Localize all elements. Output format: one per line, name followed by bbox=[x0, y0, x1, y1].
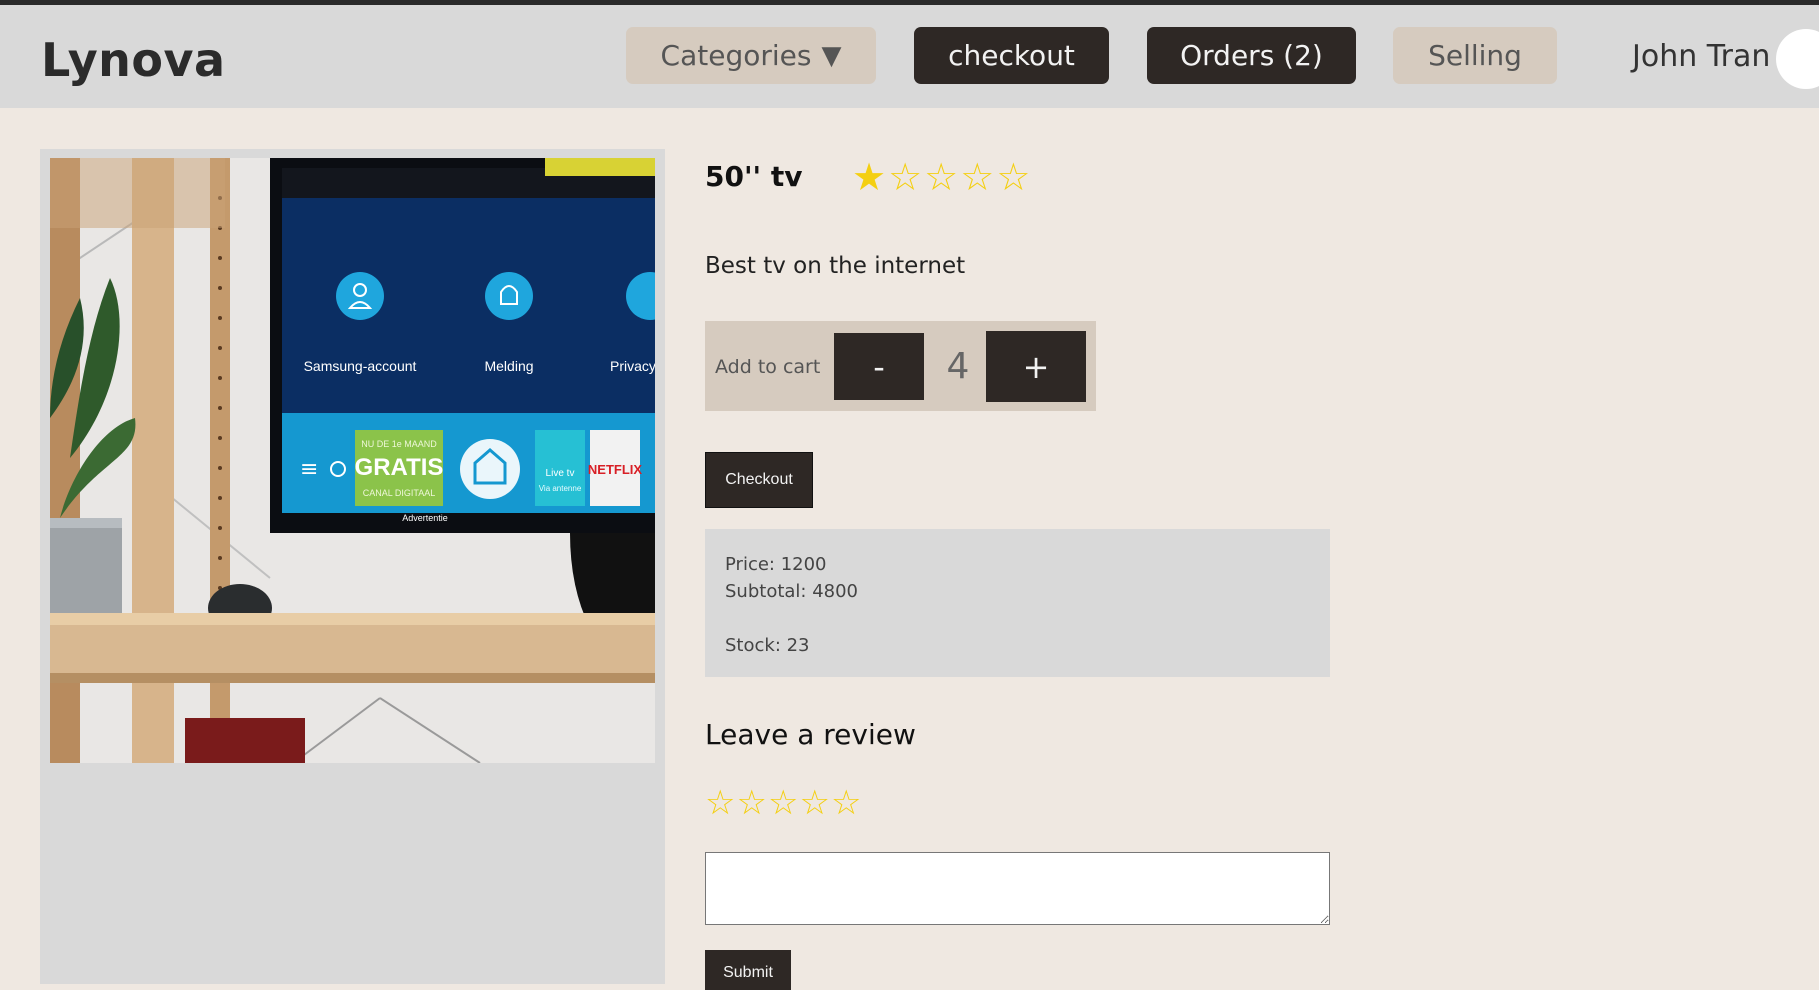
plus-icon: + bbox=[1022, 347, 1050, 386]
promo-main-label: GRATIS bbox=[355, 454, 444, 481]
product-rating: ★ ☆ ☆ ☆ ☆ bbox=[852, 158, 1030, 196]
product-rating-star-icon: ☆ bbox=[924, 155, 959, 199]
review-rating-input: ☆ ☆ ☆ ☆ ☆ bbox=[705, 786, 861, 820]
screen-label-account: Samsung-account bbox=[304, 358, 417, 374]
checkout-button[interactable]: Checkout bbox=[705, 452, 813, 508]
navbar: Lynova Categories ▼ checkout Orders (2) … bbox=[0, 5, 1819, 108]
review-rating-star-icon[interactable]: ☆ bbox=[736, 786, 766, 820]
stock-text: Stock: 23 bbox=[725, 635, 810, 656]
add-to-cart-box: Add to cart - 4 + bbox=[705, 321, 1096, 411]
live-tv-sub-label: Via antenne bbox=[539, 484, 582, 493]
svg-text:≡: ≡ bbox=[300, 457, 318, 482]
caret-down-icon: ▼ bbox=[821, 40, 842, 71]
review-rating-star-icon[interactable]: ☆ bbox=[831, 786, 861, 820]
price-text: Price: 1200 bbox=[725, 554, 827, 575]
product-rating-star-icon: ☆ bbox=[888, 155, 923, 199]
product-title: 50'' tv bbox=[705, 160, 803, 193]
user-name[interactable]: John Tran bbox=[1632, 39, 1770, 74]
quantity-value: 4 bbox=[946, 346, 970, 387]
review-rating-star-icon[interactable]: ☆ bbox=[705, 786, 735, 820]
product-rating-star-icon: ☆ bbox=[960, 155, 995, 199]
promo-top-label: NU DE 1e MAAND bbox=[361, 439, 437, 449]
product-description: Best tv on the internet bbox=[705, 253, 966, 279]
orders-nav-label: Orders (2) bbox=[1180, 39, 1323, 72]
subtotal-text: Subtotal: 4800 bbox=[725, 581, 859, 602]
minus-icon: - bbox=[873, 347, 885, 386]
checkout-nav-button[interactable]: checkout bbox=[914, 27, 1109, 84]
decrease-quantity-button[interactable]: - bbox=[834, 333, 924, 400]
orders-nav-button[interactable]: Orders (2) bbox=[1147, 27, 1356, 84]
brand-logo[interactable]: Lynova bbox=[41, 33, 226, 87]
review-rating-star-icon[interactable]: ☆ bbox=[799, 786, 829, 820]
increase-quantity-button[interactable]: + bbox=[986, 331, 1086, 402]
promo-bottom-label: CANAL DIGITAAL bbox=[363, 488, 436, 498]
submit-button-label: Submit bbox=[723, 964, 773, 981]
review-heading: Leave a review bbox=[705, 718, 916, 751]
tv-photo-illustration: Samsung-account Melding Privacyv ≡ NU DE… bbox=[50, 158, 655, 763]
categories-dropdown[interactable]: Categories ▼ bbox=[626, 27, 876, 84]
selling-nav-button[interactable]: Selling bbox=[1393, 27, 1557, 84]
info-spacer bbox=[725, 605, 1310, 632]
product-rating-star-icon: ★ bbox=[852, 155, 887, 199]
advert-label: Advertentie bbox=[402, 513, 448, 523]
selling-nav-label: Selling bbox=[1428, 39, 1522, 72]
price-info-box: Price: 1200 Subtotal: 4800 Stock: 23 bbox=[705, 529, 1330, 677]
avatar[interactable] bbox=[1776, 29, 1819, 89]
live-tv-label: Live tv bbox=[546, 468, 575, 479]
checkout-button-label: Checkout bbox=[725, 471, 793, 488]
checkout-nav-label: checkout bbox=[948, 39, 1075, 72]
screen-label-privacy: Privacyv bbox=[610, 358, 655, 374]
screen-label-melding: Melding bbox=[484, 358, 533, 374]
review-rating-star-icon[interactable]: ☆ bbox=[768, 786, 798, 820]
product-rating-star-icon: ☆ bbox=[996, 155, 1031, 199]
review-textarea[interactable] bbox=[705, 852, 1330, 925]
submit-review-button[interactable]: Submit bbox=[705, 950, 791, 990]
add-to-cart-label: Add to cart bbox=[715, 356, 821, 378]
categories-label: Categories bbox=[660, 39, 812, 72]
product-image: Samsung-account Melding Privacyv ≡ NU DE… bbox=[50, 158, 655, 763]
netflix-label: NETFLIX bbox=[588, 462, 642, 477]
product-image-panel: Samsung-account Melding Privacyv ≡ NU DE… bbox=[40, 149, 665, 984]
